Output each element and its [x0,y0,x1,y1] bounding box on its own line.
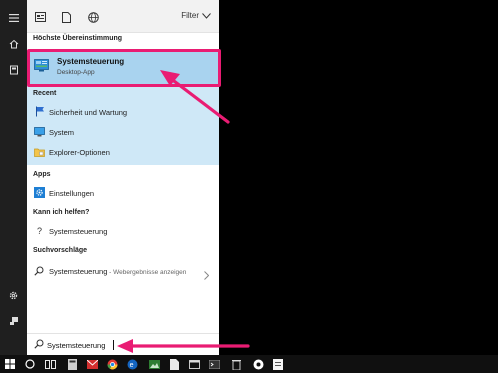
recent-item-system[interactable]: System [27,123,219,141]
taskbar-app-media[interactable] [252,358,264,370]
feedback-icon [9,317,18,325]
notes-icon [273,358,283,370]
taskbar-app-recycle[interactable] [230,358,242,370]
gear-icon [34,187,45,198]
suggestion-text: Systemsteuerung - Webergebnisse anzeigen [49,266,199,278]
search-icon [34,266,44,278]
chevron-down-icon [202,12,211,19]
start-rail [0,0,27,355]
mail-icon [86,359,98,369]
start-button[interactable] [4,358,16,370]
taskbar-app-window[interactable] [188,358,200,370]
app-item-settings[interactable]: Einstellungen [27,184,219,202]
taskbar-app-browser[interactable] [106,358,118,370]
task-view-icon [44,359,56,369]
recycle-bin-icon [231,359,241,370]
taskbar-app-photos[interactable] [148,358,160,370]
search-input[interactable] [47,338,197,352]
help-item-systemsteuerung[interactable]: ? Systemsteuerung [27,222,219,240]
taskbar-app-calculator[interactable] [66,358,78,370]
folder-options-icon [34,146,45,157]
taskbar-app-edge[interactable]: e [126,358,138,370]
help-header: Kann ich helfen? [33,209,90,216]
best-match-header: Höchste Übereinstimmung [33,35,123,42]
notebook-button[interactable] [0,58,27,82]
hamburger-menu-button[interactable] [0,6,27,30]
taskbar-app-terminal[interactable] [208,358,220,370]
web-filter-button[interactable] [85,9,101,25]
cortana-ring-icon [25,359,35,369]
search-box[interactable] [27,333,219,355]
calculator-icon [67,358,77,370]
hamburger-icon [8,14,19,22]
filter-dropdown[interactable]: Filter [181,11,211,20]
taskbar: e [0,355,498,373]
notebook-icon [9,65,18,75]
taskbar-app-document[interactable] [168,358,180,370]
photos-icon [148,359,160,369]
settings-button[interactable] [0,283,27,307]
control-panel-icon [34,59,49,72]
gear-icon [9,291,18,299]
document-icon [61,11,71,23]
best-match-subtitle: Desktop-App [57,69,95,76]
recent-item-explorer-options[interactable]: Explorer-Optionen [27,143,219,161]
suggestion-subtext: - Webergebnisse anzeigen [107,269,187,276]
suggestion-label: Systemsteuerung [49,267,108,276]
monitor-icon [34,126,45,137]
apps-header: Apps [33,171,51,178]
task-view-button[interactable] [44,358,56,370]
terminal-icon [208,359,220,369]
search-icon [34,339,44,349]
document-icon [169,358,179,370]
suggestions-header: Suchvorschläge [33,247,88,254]
recent-header: Recent [33,90,57,97]
best-match-item[interactable]: Systemsteuerung Desktop-App [27,51,219,85]
text-caret [113,340,114,350]
documents-filter-button[interactable] [58,9,74,25]
search-filter-toolbar: Filter [27,0,219,33]
home-button[interactable] [0,32,27,56]
media-icon [253,359,263,369]
globe-icon [87,11,99,23]
svg-text:e: e [129,362,133,369]
feedback-button[interactable] [0,309,27,333]
flag-icon [34,106,45,117]
taskbar-app-mail[interactable] [86,358,98,370]
recent-item-label: Explorer-Optionen [49,148,110,157]
recent-item-label: Sicherheit und Wartung [49,108,128,117]
window-icon [188,359,200,369]
apps-filter-button[interactable] [32,9,48,25]
app-item-label: Einstellungen [49,189,95,198]
search-panel: Filter Höchste Übereinstimmung Systemste… [27,0,219,355]
help-item-label: Systemsteuerung [49,227,108,236]
windows-logo-icon [5,359,15,369]
recent-item-security[interactable]: Sicherheit und Wartung [27,103,219,121]
best-match-title: Systemsteuerung [57,57,125,66]
apps-icon [34,12,46,22]
web-suggestion-item[interactable]: Systemsteuerung - Webergebnisse anzeigen [27,262,219,290]
recent-item-label: System [49,128,75,137]
chrome-icon [107,359,117,369]
filter-label: Filter [181,11,199,20]
chevron-right-icon[interactable] [204,271,209,280]
screen: Filter Höchste Übereinstimmung Systemste… [0,0,498,373]
taskbar-app-notes[interactable] [272,358,284,370]
cortana-button[interactable] [24,358,36,370]
edge-icon: e [127,359,137,369]
question-icon: ? [36,225,42,236]
home-icon [9,39,18,49]
